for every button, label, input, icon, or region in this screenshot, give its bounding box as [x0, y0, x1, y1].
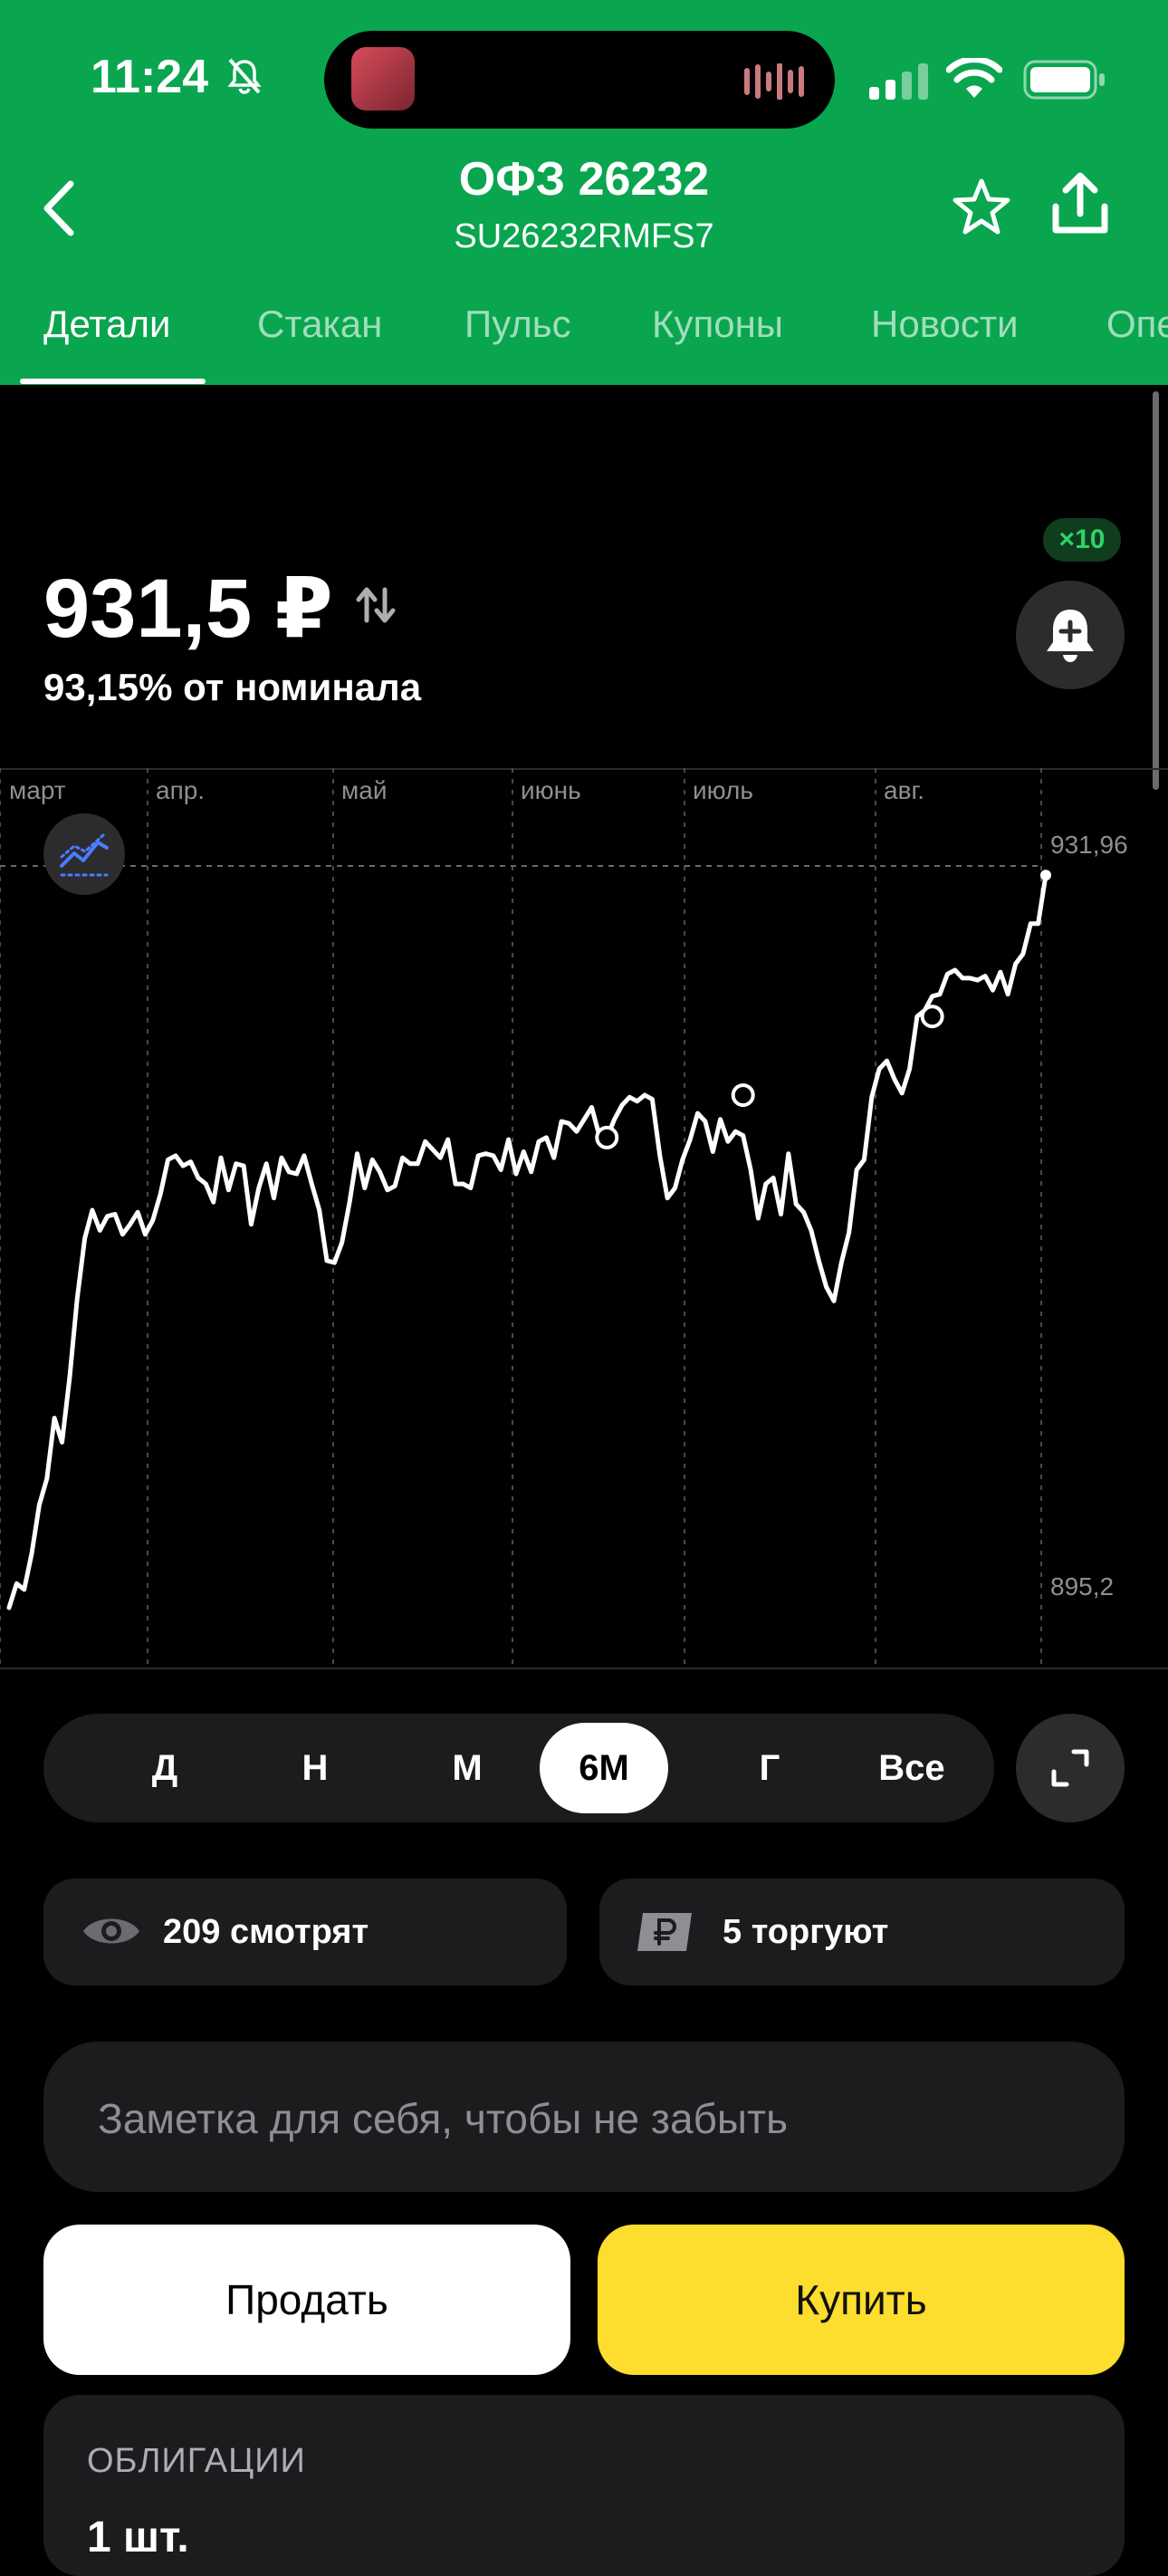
tab-operations[interactable]: Опе: [1106, 303, 1168, 346]
price-alert-button[interactable]: [1016, 581, 1125, 689]
period-month[interactable]: М: [404, 1723, 531, 1813]
period-all[interactable]: Все: [844, 1723, 980, 1813]
holdings-value: 1 шт.: [87, 2514, 189, 2562]
tab-details[interactable]: Детали: [43, 303, 171, 346]
now-playing-artwork: [351, 47, 415, 111]
audio-wave-icon: [744, 63, 804, 100]
holdings-card[interactable]: ОБЛИГАЦИИ 1 шт.: [43, 2395, 1125, 2576]
header-bar: 11:24 ОФЗ 26232 SU26232RMFS7 Детали Стак…: [0, 0, 1168, 385]
current-price: 931,5 ₽: [43, 562, 333, 655]
tab-orderbook[interactable]: Стакан: [257, 303, 382, 346]
note-placeholder: Заметка для себя, чтобы не забыть: [98, 2095, 789, 2142]
period-day[interactable]: Д: [101, 1723, 228, 1813]
cellular-signal-icon: [869, 63, 928, 100]
period-year[interactable]: Г: [706, 1723, 833, 1813]
mute-bell-icon: [227, 58, 262, 94]
tab-pulse[interactable]: Пульс: [464, 303, 571, 346]
price-line: [6, 872, 1048, 1610]
up-down-arrows-icon: [356, 587, 396, 623]
expand-icon: [1051, 1749, 1089, 1787]
x-tick-label: май: [341, 776, 387, 804]
chart-event-marker: [731, 1083, 755, 1108]
chart-event-marker: [595, 1125, 619, 1149]
wifi-icon: [946, 58, 1002, 98]
eye-icon: [83, 1918, 139, 1944]
watchers-count: 209 смотрят: [163, 1913, 369, 1951]
note-field[interactable]: Заметка для себя, чтобы не забыть: [43, 2042, 1125, 2192]
bell-plus-icon: [1047, 610, 1094, 662]
period-6m[interactable]: 6М: [540, 1723, 668, 1813]
chart-indicator-icon: [60, 833, 109, 877]
x-tick-label: авг.: [884, 776, 924, 804]
dynamic-island[interactable]: [324, 31, 835, 129]
chart-event-marker: [920, 1004, 944, 1029]
buy-button[interactable]: Купить: [598, 2225, 1125, 2375]
indicators-button[interactable]: [43, 813, 125, 895]
x-tick-label: март: [9, 776, 66, 804]
ruble-card-icon: [637, 1913, 692, 1951]
tab-coupons[interactable]: Купоны: [652, 303, 783, 346]
holdings-label: ОБЛИГАЦИИ: [87, 2442, 306, 2480]
tab-news[interactable]: Новости: [871, 303, 1019, 346]
price-chart[interactable]: март апр. май июнь июль авг. 931,96 895,2: [0, 768, 1168, 1669]
period-selector: Д Н М 6М Г Все: [43, 1714, 994, 1822]
x-tick-label: апр.: [156, 776, 205, 804]
x-tick-label: июнь: [521, 776, 581, 804]
tab-bar: Детали Стакан Пульс Купоны Новости Опе: [0, 299, 1168, 385]
y-tick-label: 895,2: [1050, 1572, 1114, 1600]
alerts-count-badge: ×10: [1043, 518, 1121, 562]
watchers-pill[interactable]: 209 смотрят: [43, 1879, 567, 1985]
fullscreen-chart-button[interactable]: [1016, 1714, 1125, 1822]
y-tick-label: 931,96: [1050, 831, 1128, 859]
status-time: 11:24: [91, 51, 209, 103]
traders-pill[interactable]: 5 торгуют: [599, 1879, 1125, 1985]
x-tick-label: июль: [693, 776, 753, 804]
scroll-indicator[interactable]: [1153, 391, 1159, 790]
battery-icon: [1023, 60, 1105, 100]
share-icon[interactable]: [1050, 170, 1110, 237]
chart-current-point: [1040, 870, 1051, 881]
active-tab-indicator: [20, 379, 206, 384]
favorite-star-icon[interactable]: [951, 178, 1012, 237]
traders-count: 5 торгуют: [723, 1913, 889, 1951]
percent-of-nominal: 93,15% от номинала: [43, 666, 422, 708]
period-week[interactable]: Н: [252, 1723, 378, 1813]
sell-button[interactable]: Продать: [43, 2225, 570, 2375]
